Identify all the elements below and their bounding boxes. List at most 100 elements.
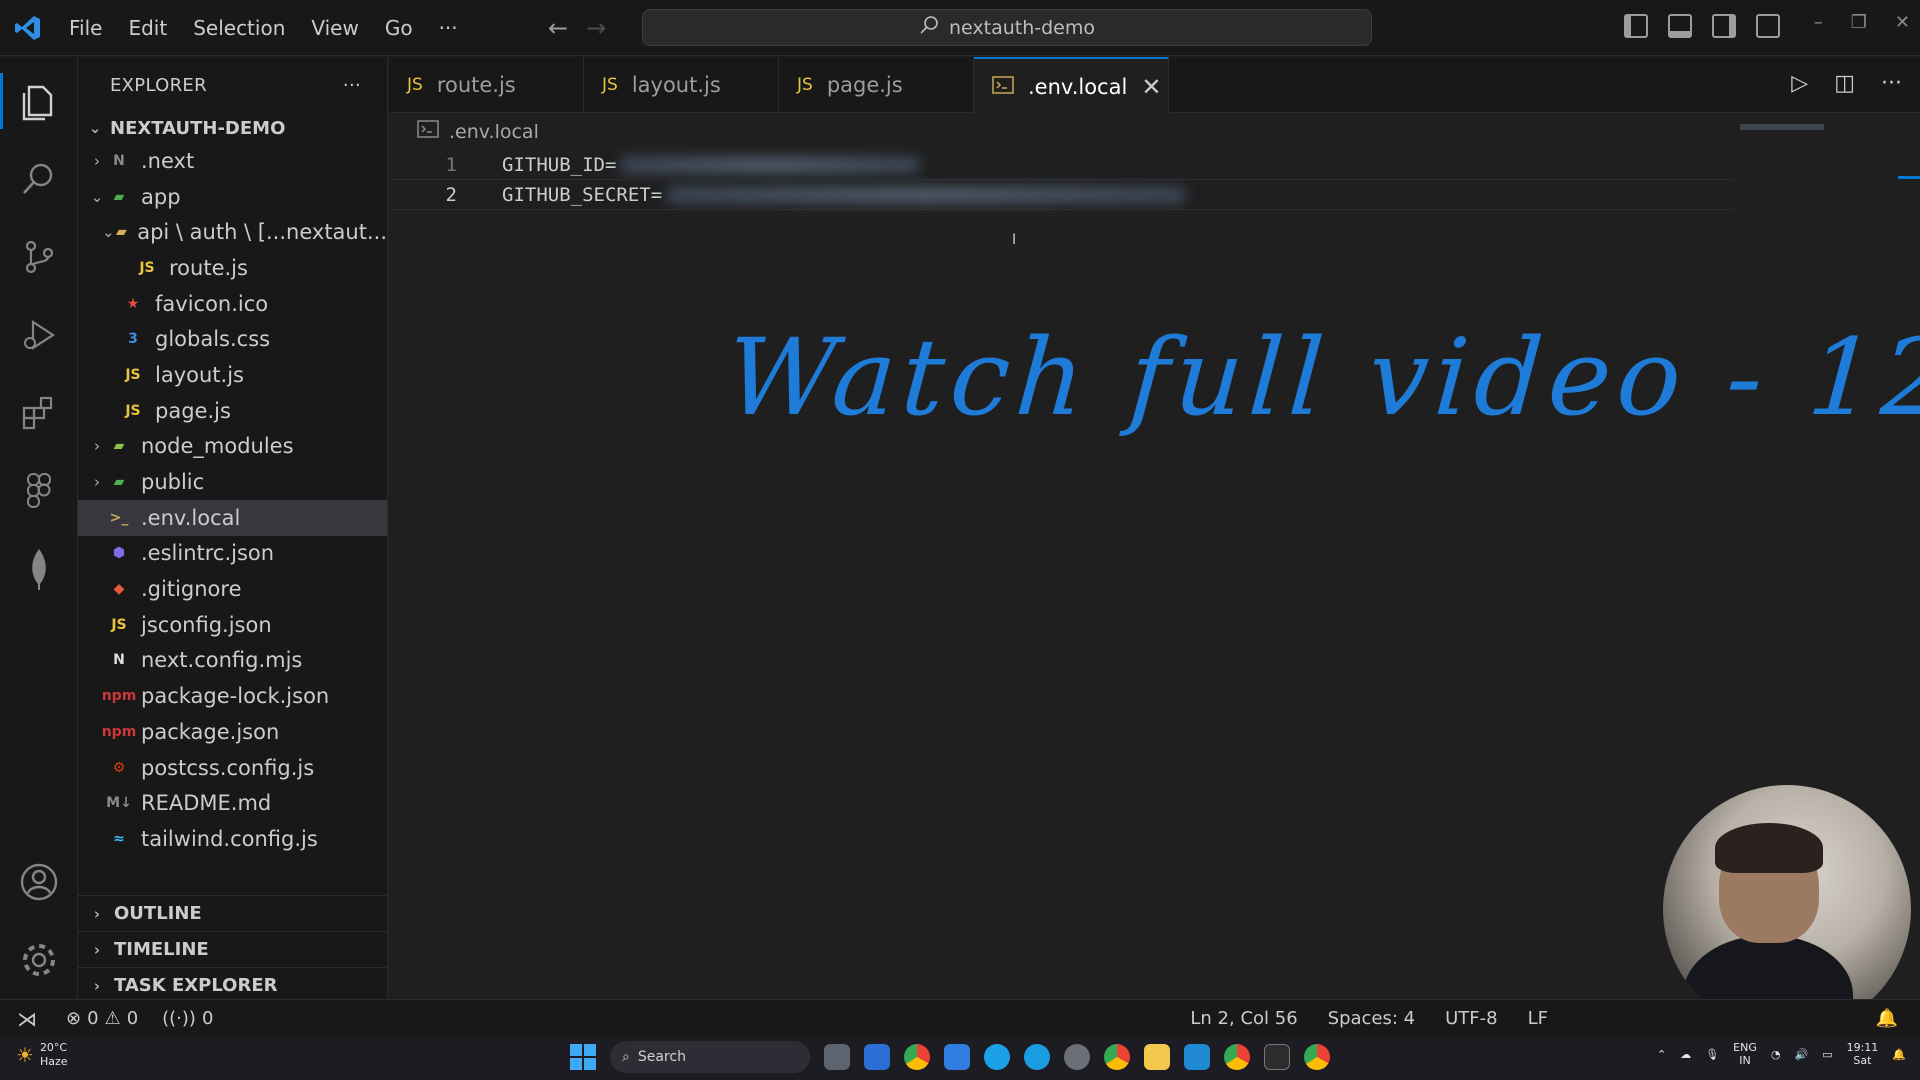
explorer-icon[interactable] [0,65,78,137]
taskbar-search[interactable]: ⌕ Search [610,1041,810,1073]
section-timeline[interactable]: › TIMELINE [78,931,387,967]
tab-layout-js[interactable]: JS layout.js [584,57,779,113]
breadcrumb[interactable]: .env.local [417,120,539,143]
search-view-icon[interactable] [0,143,78,215]
eslint-icon: ⬢ [112,545,126,562]
chrome-profile-icon[interactable] [1104,1044,1130,1070]
battery-icon[interactable]: ▭ [1822,1048,1832,1061]
encoding[interactable]: UTF-8 [1433,1008,1509,1029]
tree-item[interactable]: JS page.js [78,393,387,429]
toggle-panel-icon[interactable] [1668,14,1692,38]
language-indicator[interactable]: ENG IN [1733,1041,1757,1067]
minimize-icon[interactable]: – [1814,12,1823,33]
tree-item[interactable]: ◆ .gitignore [78,571,387,607]
section-task-explorer[interactable]: › TASK EXPLORER [78,967,387,1003]
close-window-icon[interactable]: ✕ [1895,12,1910,33]
problems-indicator[interactable]: ⊗ 0 ⚠ 0 [54,1008,150,1029]
tree-item[interactable]: JS jsconfig.json [78,607,387,643]
microphone-icon[interactable]: 🎙 [1705,1048,1719,1061]
run-icon[interactable]: ▷ [1791,71,1808,96]
code-line-current[interactable]: 2 GITHUB_SECRET= [389,179,1734,210]
menu-view[interactable]: View [298,16,371,40]
settings-gear-icon[interactable] [0,924,78,996]
explorer-more-actions[interactable]: ··· [343,75,361,96]
edge-icon[interactable] [1024,1044,1050,1070]
tab-page-js[interactable]: JS page.js [779,57,974,113]
skype-icon[interactable] [984,1044,1010,1070]
tree-item[interactable]: ★ favicon.ico [78,286,387,322]
code-line[interactable]: 1 GITHUB_ID= [389,149,1734,180]
ports-indicator[interactable]: ((·)) 0 [150,1008,225,1029]
tree-item[interactable]: ⬢ .eslintrc.json [78,536,387,572]
onedrive-icon[interactable]: ☁ [1680,1048,1691,1061]
mongodb-leaf-icon[interactable] [0,533,78,605]
calendar-app-icon[interactable] [864,1044,890,1070]
minimap[interactable] [1740,124,1824,130]
toggle-secondary-sidebar-icon[interactable] [1712,14,1736,38]
tree-item[interactable]: ⌄ ▰ app [78,179,387,215]
chrome-alt-icon[interactable] [1224,1044,1250,1070]
command-center-search[interactable]: nextauth-demo [642,9,1372,46]
customize-layout-icon[interactable] [1756,14,1780,38]
chrome-third-icon[interactable] [1304,1044,1330,1070]
todo-app-icon[interactable] [944,1044,970,1070]
volume-icon[interactable]: 🔊 [1794,1048,1808,1061]
workspace-folder-header[interactable]: ⌄ NEXTAUTH-DEMO [78,113,387,143]
extensions-icon[interactable] [0,377,78,449]
indentation[interactable]: Spaces: 4 [1316,1008,1427,1029]
menu-edit[interactable]: Edit [115,16,180,40]
tree-item[interactable]: M↓ README.md [78,785,387,821]
run-debug-icon[interactable] [0,299,78,371]
tray-overflow-icon[interactable]: ⌃ [1657,1048,1666,1061]
terminal-app-icon[interactable] [1264,1044,1290,1070]
editor-more-icon[interactable]: ··· [1881,71,1902,96]
clock[interactable]: 19:11 Sat [1847,1041,1879,1067]
tree-item[interactable]: › ▰ node_modules [78,429,387,465]
task-view-icon[interactable] [824,1044,850,1070]
split-editor-icon[interactable]: ◫ [1834,71,1855,96]
warning-count: 0 [126,1008,139,1029]
restore-icon[interactable]: ❐ [1851,12,1867,33]
tree-item[interactable]: ≈ tailwind.config.js [78,821,387,857]
tree-item[interactable]: › N .next [78,143,387,179]
tree-item[interactable]: npm package.json [78,714,387,750]
file-explorer-icon[interactable] [1144,1044,1170,1070]
forward-arrow-icon[interactable]: → [586,14,606,42]
vscode-taskbar-icon[interactable] [1184,1044,1210,1070]
app-folder-icon: ▰ [113,188,125,205]
menu-more[interactable]: ··· [426,16,471,40]
toggle-primary-sidebar-icon[interactable] [1624,14,1648,38]
wifi-icon[interactable]: ◔ [1771,1048,1781,1061]
cursor-position[interactable]: Ln 2, Col 56 [1178,1008,1309,1029]
tree-item[interactable]: ⚙ postcss.config.js [78,750,387,786]
accounts-icon[interactable] [0,846,78,918]
tree-item[interactable]: JS layout.js [78,357,387,393]
menu-selection[interactable]: Selection [180,16,298,40]
back-arrow-icon[interactable]: ← [548,14,568,42]
line-ending[interactable]: LF [1516,1008,1560,1029]
tab-route-js[interactable]: JS route.js [389,57,584,113]
tree-item-label: node_modules [141,434,294,459]
source-control-icon[interactable] [0,221,78,293]
menu-go[interactable]: Go [372,16,426,40]
menu-file[interactable]: File [56,16,115,40]
notifications-bell-icon[interactable]: 🔔 [1876,1008,1898,1029]
tree-item[interactable]: ⌄ ▰ api \ auth \ [...nextaut... [78,214,387,250]
settings-app-icon[interactable] [1064,1044,1090,1070]
scrollbar-indicator[interactable] [1898,176,1920,179]
tab-env-local[interactable]: .env.local ✕ [974,57,1169,114]
chrome-icon[interactable] [904,1044,930,1070]
tree-item[interactable]: 3 globals.css [78,321,387,357]
weather-widget[interactable]: ☀ 20°C Haze [16,1041,68,1069]
tree-item[interactable]: Nnext.config.mjs [78,643,387,679]
section-outline[interactable]: › OUTLINE [78,895,387,931]
remote-indicator-icon[interactable]: ⋊ [0,1000,54,1038]
tree-item[interactable]: JS route.js [78,250,387,286]
notification-center-icon[interactable]: 🔔 [1892,1048,1906,1061]
tree-item[interactable]: › ▰ public [78,464,387,500]
close-tab-icon[interactable]: ✕ [1141,73,1161,101]
tree-item[interactable]: npm package-lock.json [78,678,387,714]
figma-icon[interactable] [0,455,78,527]
tree-item[interactable]: >_ .env.local [78,499,387,536]
windows-start-icon[interactable] [570,1044,596,1070]
